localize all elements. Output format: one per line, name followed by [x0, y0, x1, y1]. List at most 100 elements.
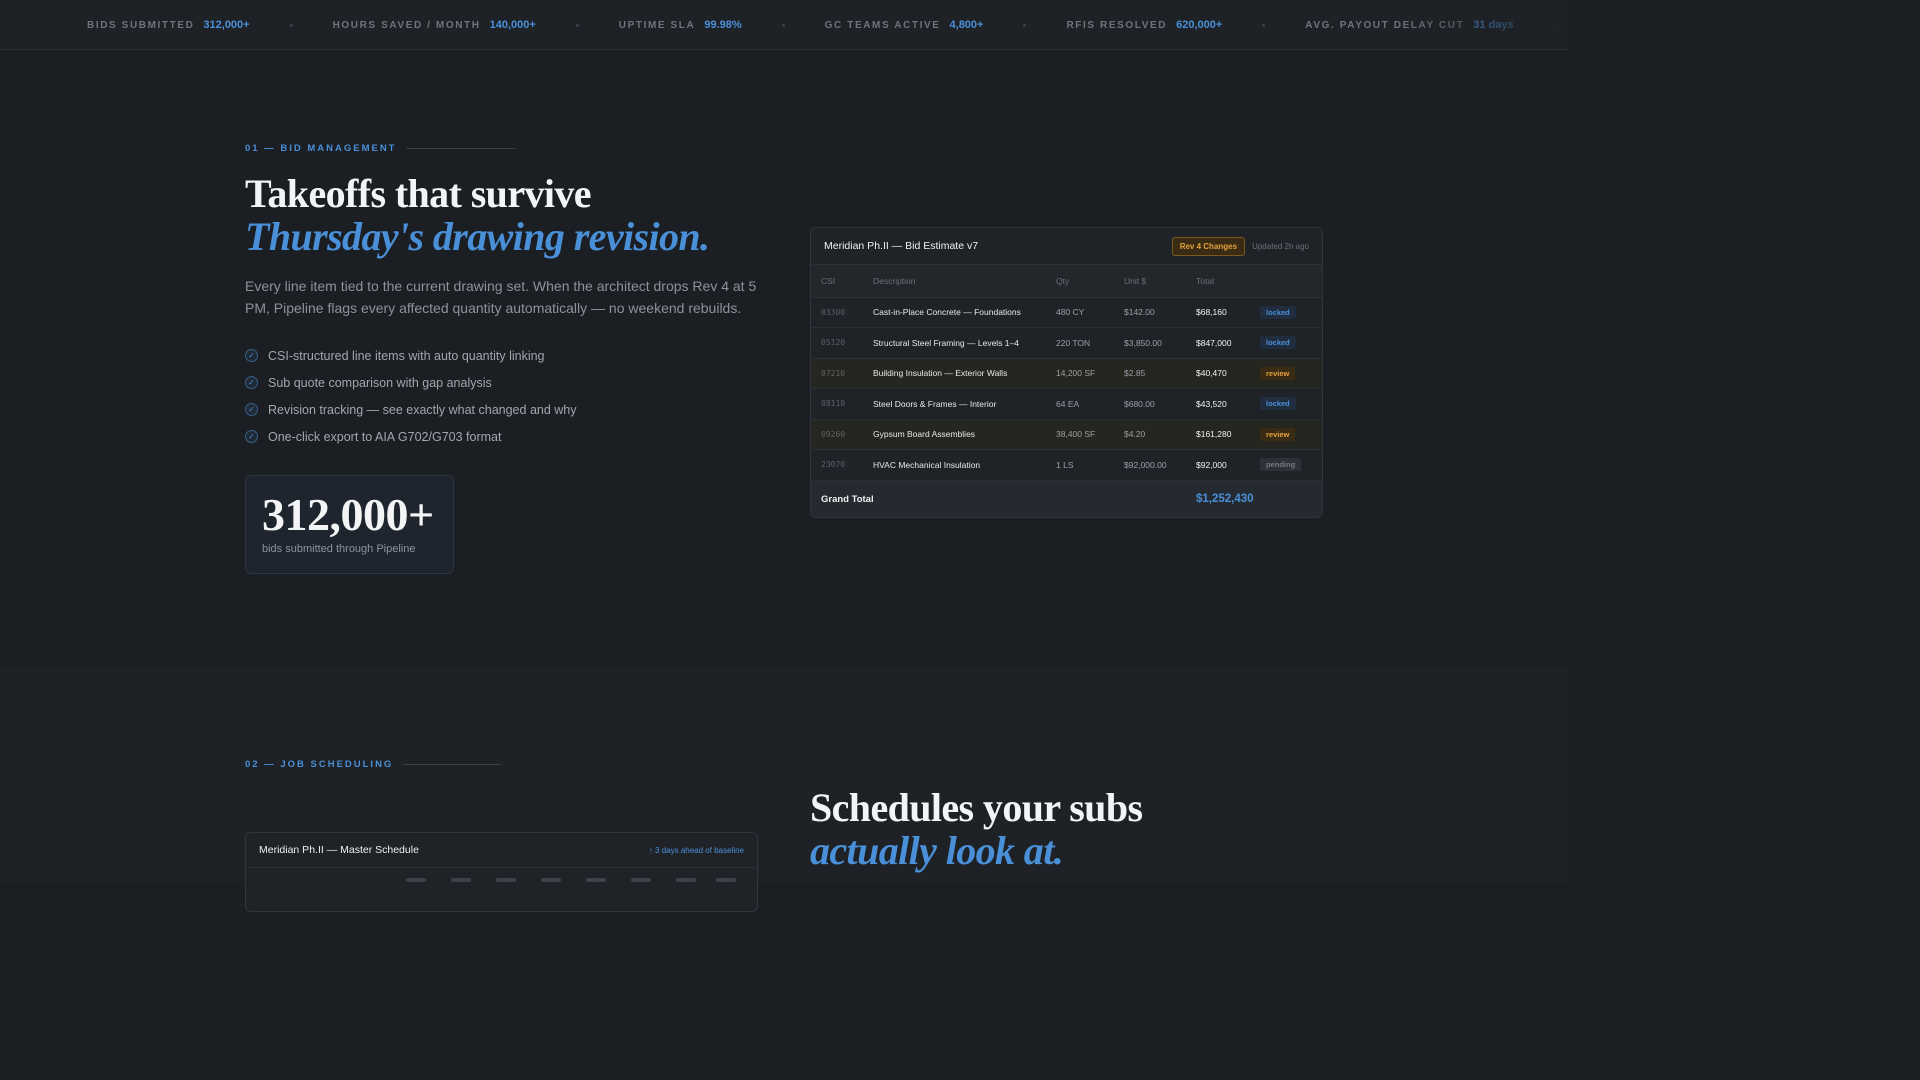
line-total: $40,470	[1196, 358, 1260, 389]
bids-stat-value: 312,000+	[262, 489, 434, 540]
column-header[interactable]	[1260, 265, 1322, 298]
status-cell: review	[1260, 419, 1322, 450]
master-schedule-title: Meridian Ph.II — Master Schedule	[259, 844, 419, 856]
bids-stat-caption: bids submitted through Pipeline	[262, 543, 416, 555]
timeline-column-marker	[496, 878, 516, 882]
line-description: Structural Steel Framing — Levels 1–4	[873, 327, 1056, 359]
bid-headline-line2: Thursday's drawing revision.	[245, 214, 710, 259]
status-badge: review	[1260, 427, 1296, 441]
ticker-stat-value: 4,800+	[949, 19, 984, 31]
unit-price: $680.00	[1124, 388, 1196, 420]
feature-item: ✓ One-click export to AIA G702/G703 forma…	[245, 423, 577, 450]
ticker-separator	[575, 23, 579, 27]
schedule-eyebrow-text: 02 — JOB SCHEDULING	[245, 759, 394, 770]
ticker-stat-value: 312,000+	[203, 19, 250, 31]
ticker-stat: GC TEAMS ACTIVE 4,800+	[825, 19, 984, 31]
column-header[interactable]: Qty	[1056, 265, 1124, 298]
ticker-stat-label: GC TEAMS ACTIVE	[824, 19, 941, 31]
feature-text: Revision tracking — see exactly what cha…	[268, 402, 577, 417]
bids-stat-card: 312,000+ bids submitted through Pipeline	[245, 475, 454, 574]
status-cell: pending	[1260, 449, 1322, 481]
table-row[interactable]: 07210 Building Insulation — Exterior Wall…	[811, 358, 1322, 389]
line-quantity: 14,200 SF	[1056, 358, 1124, 389]
ticker-separator	[781, 23, 785, 27]
ticker-stat: UPTIME SLA 99.98%	[619, 19, 742, 31]
status-badge: locked	[1260, 397, 1296, 411]
stats-ticker: BIDS SUBMITTED 312,000+ HOURS SAVED / MONT…	[0, 0, 1568, 50]
status-cell: locked	[1260, 327, 1322, 359]
status-badge: locked	[1260, 336, 1296, 350]
line-quantity: 1 LS	[1056, 449, 1124, 481]
timeline-column-marker	[631, 878, 651, 882]
csi-code: 23070	[811, 449, 873, 481]
table-body: 03300 Cast-in-Place Concrete — Foundation…	[811, 297, 1322, 481]
line-quantity: 480 CY	[1056, 297, 1124, 328]
eyebrow-divider	[406, 148, 517, 149]
ticker-separator	[1023, 23, 1027, 27]
bid-management-section	[0, 50, 1568, 666]
csi-code: 05120	[811, 327, 873, 359]
grand-total-value: $1,252,430	[1196, 493, 1254, 505]
table-row[interactable]: 05120 Structural Steel Framing — Levels 1…	[811, 327, 1322, 359]
status-cell: locked	[1260, 297, 1322, 328]
status-badge: locked	[1260, 305, 1296, 319]
check-icon: ✓	[245, 349, 258, 362]
ticker-stat-label: RFIS RESOLVED	[1066, 19, 1168, 31]
table-header-row: CSI Description Qty Unit $ Total	[811, 265, 1322, 298]
bid-headline-line1: Takeoffs that survive	[245, 171, 592, 216]
column-header[interactable]: Unit $	[1124, 265, 1196, 298]
column-header[interactable]: Total	[1196, 265, 1260, 298]
csi-code: 08110	[811, 388, 873, 420]
master-schedule-header: Meridian Ph.II — Master Schedule ↑ 3 day…	[246, 833, 757, 868]
line-quantity: 38,400 SF	[1056, 419, 1124, 450]
bid-eyebrow-text: 01 — BID MANAGEMENT	[245, 143, 397, 154]
status-cell: locked	[1260, 388, 1322, 420]
ticker-stat-value: 99.98%	[704, 19, 742, 31]
check-icon: ✓	[245, 403, 258, 416]
ticker-track: BIDS SUBMITTED 312,000+ HOURS SAVED / MONT…	[87, 0, 1568, 49]
line-total: $68,160	[1196, 297, 1260, 328]
timeline-column-marker	[451, 878, 471, 882]
ticker-stat-label: BIDS SUBMITTED	[87, 19, 195, 31]
timeline-column-marker	[586, 878, 606, 882]
status-badge: review	[1260, 366, 1296, 380]
column-header[interactable]: CSI	[811, 265, 873, 298]
line-description: Gypsum Board Assemblies	[873, 419, 1056, 450]
table-row[interactable]: 23070 HVAC Mechanical Insulation 1 LS $92,0…	[811, 449, 1322, 481]
schedule-headline-line2: actually look at.	[810, 828, 1064, 873]
ticker-stat-label: UPTIME SLA	[618, 19, 696, 31]
timeline-column-marker	[716, 878, 736, 882]
grand-total-label: Grand Total	[821, 493, 874, 505]
rev-changes-badge[interactable]: Rev 4 Changes	[1171, 236, 1246, 256]
column-header[interactable]: Description	[873, 265, 1056, 298]
ticker-stat-value: 140,000+	[489, 19, 536, 31]
bid-estimate-title: Meridian Ph.II — Bid Estimate v7	[824, 240, 979, 252]
feature-item: ✓ Revision tracking — see exactly what ch…	[245, 396, 577, 423]
status-cell: review	[1260, 358, 1322, 389]
ahead-of-baseline-indicator: ↑ 3 days ahead of baseline	[648, 845, 744, 855]
ticker-stat-value: 620,000+	[1176, 19, 1223, 31]
schedule-headline-line1: Schedules your subs	[810, 785, 1143, 830]
line-total: $92,000	[1196, 449, 1260, 481]
updated-timestamp: Updated 2h ago	[1252, 241, 1309, 251]
unit-price: $4.20	[1124, 419, 1196, 450]
ticker-separator	[289, 23, 293, 27]
bid-estimate-panel: Meridian Ph.II — Bid Estimate v7 Rev 4 C…	[810, 227, 1323, 518]
feature-text: One-click export to AIA G702/G703 format	[268, 429, 502, 444]
feature-item: ✓ CSI-structured line items with auto qua…	[245, 342, 577, 369]
check-icon: ✓	[245, 430, 258, 443]
unit-price: $142.00	[1124, 297, 1196, 328]
line-quantity: 220 TON	[1056, 327, 1124, 359]
ticker-separator	[1262, 23, 1266, 27]
ticker-stat: BIDS SUBMITTED 312,000+	[87, 19, 250, 31]
line-quantity: 64 EA	[1056, 388, 1124, 420]
check-icon: ✓	[245, 376, 258, 389]
table-row[interactable]: 03300 Cast-in-Place Concrete — Foundation…	[811, 297, 1322, 328]
table-row[interactable]: 09260 Gypsum Board Assemblies 38,400 SF $4.…	[811, 419, 1322, 450]
table-row[interactable]: 08110 Steel Doors & Frames — Interior 64 E…	[811, 388, 1322, 420]
bid-estimate-table: CSI Description Qty Unit $ Total 03300 Cast-i…	[811, 265, 1322, 481]
unit-price: $92,000.00	[1124, 449, 1196, 481]
master-schedule-panel: Meridian Ph.II — Master Schedule ↑ 3 day…	[245, 832, 758, 912]
ticker-stat: HOURS SAVED / MONTH 140,000+	[333, 19, 536, 31]
line-description: Building Insulation — Exterior Walls	[873, 358, 1056, 389]
